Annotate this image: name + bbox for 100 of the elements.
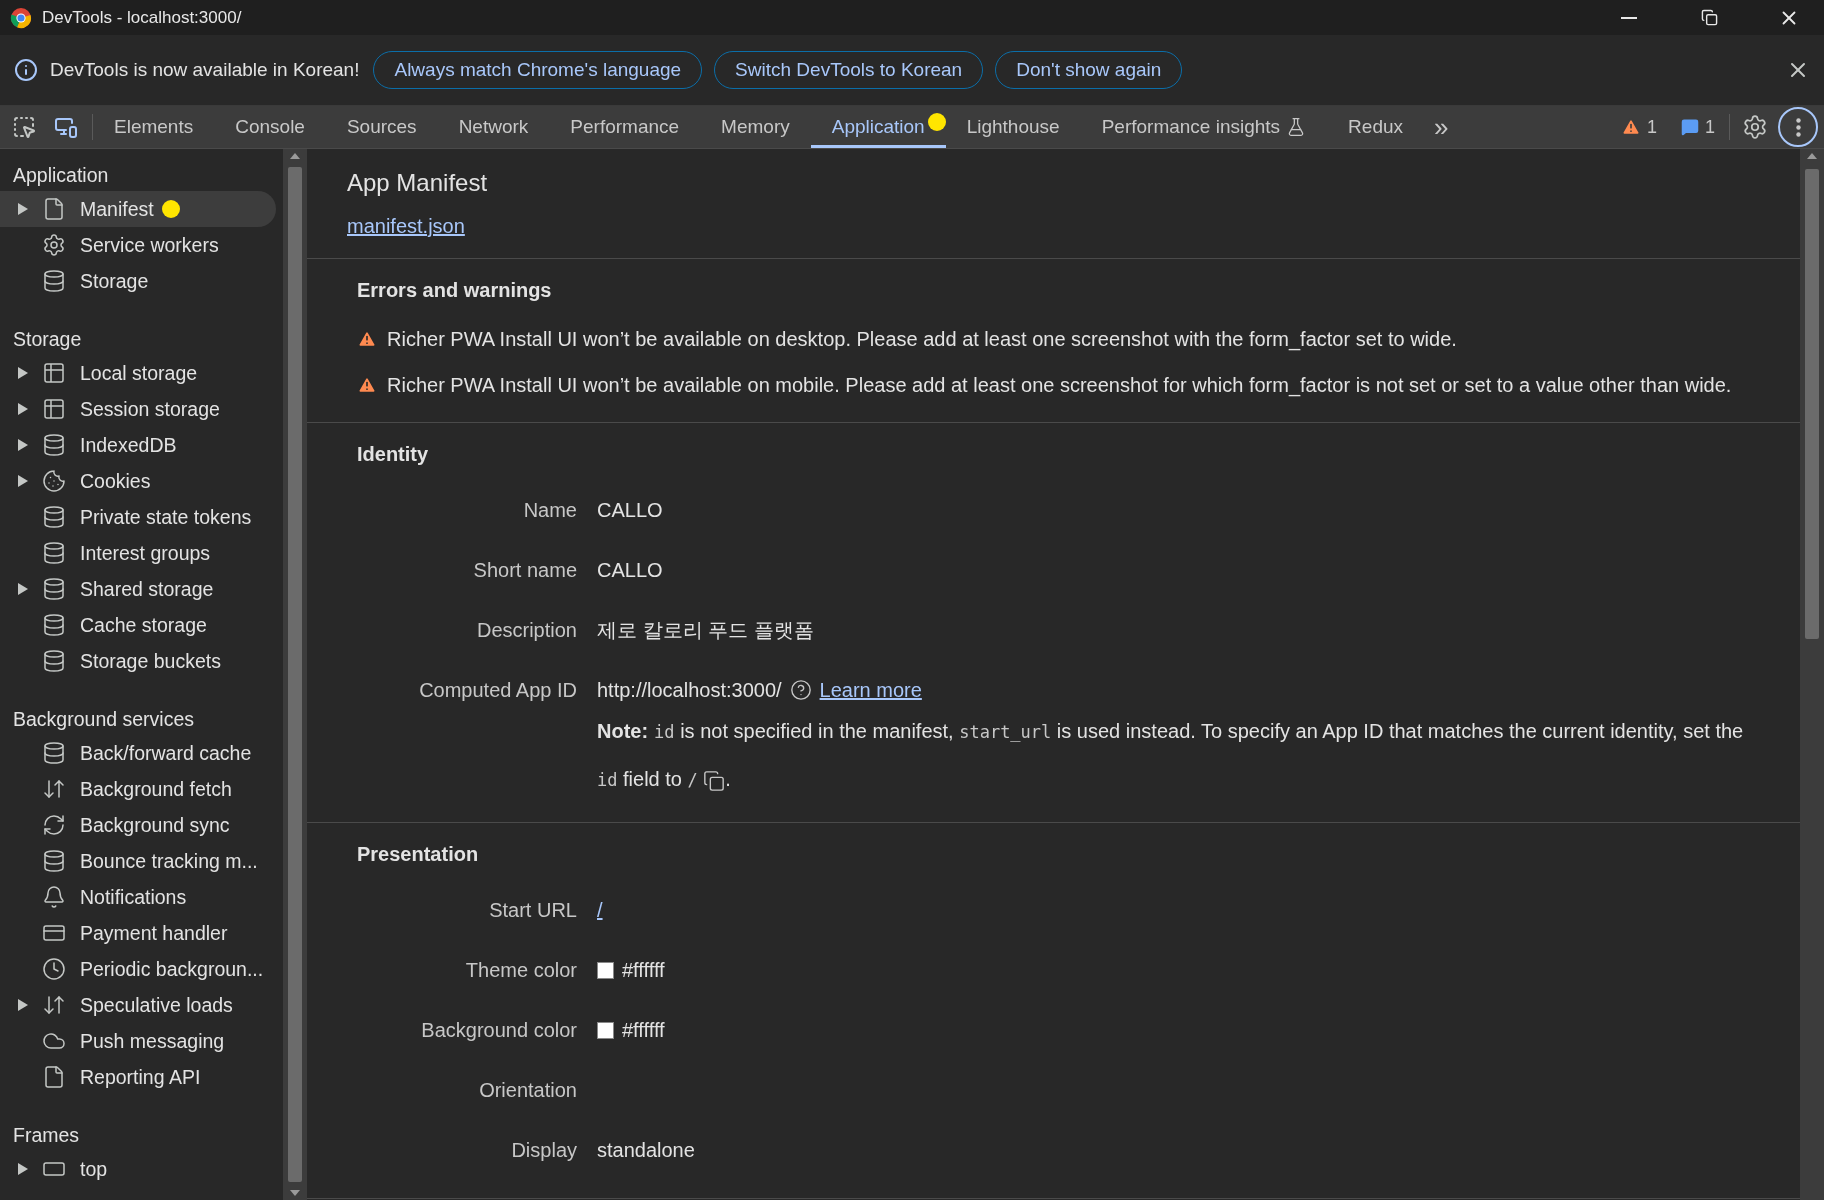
infobar-message: DevTools is now available in Korean!: [50, 59, 360, 81]
restore-icon: [1700, 9, 1718, 26]
more-icon: [1795, 117, 1801, 137]
message-icon: [1681, 118, 1699, 136]
warning-icon: [357, 329, 377, 349]
panel-tab[interactable]: Network: [437, 106, 550, 148]
sidebar-item[interactable]: Back/forward cache: [0, 735, 276, 771]
clock-icon: [42, 957, 66, 981]
settings-icon[interactable]: [1742, 114, 1768, 140]
field-value: CALLO: [597, 498, 663, 523]
help-icon[interactable]: [789, 679, 812, 701]
field-label: Start URL: [488, 898, 578, 923]
gear-icon: [42, 233, 66, 257]
expand-arrow-icon[interactable]: [18, 475, 28, 487]
scrollbar[interactable]: [1800, 149, 1824, 1200]
sidebar-item[interactable]: Push messaging: [0, 1023, 276, 1059]
sidebar-item[interactable]: Storage: [0, 263, 276, 299]
sidebar-item[interactable]: Notifications: [0, 879, 276, 915]
more-options-button[interactable]: [1778, 107, 1818, 147]
sidebar-item[interactable]: top: [0, 1151, 276, 1187]
field-label: Background color: [420, 1018, 578, 1043]
field-label: Description: [475, 618, 578, 643]
sidebar-item[interactable]: Shared storage: [0, 571, 276, 607]
section-heading: Presentation: [357, 843, 480, 866]
panel-tab[interactable]: Redux: [1327, 106, 1425, 148]
expand-arrow-icon[interactable]: [18, 439, 28, 451]
messages-counter[interactable]: 1: [1681, 116, 1715, 138]
panel-tab[interactable]: Elements: [93, 106, 215, 148]
sidebar-item[interactable]: Local storage: [0, 355, 276, 391]
manifest-link[interactable]: manifest.json: [347, 215, 465, 237]
field-value: 제로 칼로리 푸드 플랫폼: [597, 618, 814, 643]
expand-arrow-icon[interactable]: [18, 1163, 28, 1175]
scrollbar[interactable]: [283, 149, 307, 1200]
expand-arrow-icon[interactable]: [18, 583, 28, 595]
sync-icon: [42, 813, 66, 837]
sidebar-item[interactable]: Periodic backgroun...: [0, 951, 276, 987]
start-url-link[interactable]: /: [597, 896, 603, 924]
minimize-icon: [1621, 16, 1637, 19]
field-label: Name: [522, 498, 578, 523]
expand-arrow-icon[interactable]: [18, 403, 28, 415]
sidebar-item[interactable]: Manifest: [0, 191, 276, 227]
database-icon: [42, 741, 66, 765]
warning-icon: [1620, 117, 1641, 137]
warning-text: Richer PWA Install UI won’t be available on desktop. Please add at least one screenshot with the form_factor set to wide.: [387, 327, 1457, 351]
section-title: Application: [12, 162, 110, 188]
copy-icon[interactable]: [703, 769, 726, 792]
color-value: #ffffff: [622, 1018, 665, 1043]
sidebar-item[interactable]: Cookies: [0, 463, 276, 499]
database-icon: [42, 269, 66, 293]
sidebar-item[interactable]: Background fetch: [0, 771, 276, 807]
sidebar-item[interactable]: Service workers: [0, 227, 276, 263]
device-icon[interactable]: [54, 115, 78, 139]
panel-tab[interactable]: Sources: [325, 106, 438, 148]
section-title: Background services: [12, 706, 195, 732]
sidebar-item[interactable]: Bounce tracking m...: [0, 843, 276, 879]
field-label: Short name: [472, 558, 578, 583]
section-title: Storage: [12, 326, 83, 352]
field-label: Orientation: [478, 1078, 578, 1103]
browser-logo-icon: [10, 6, 32, 29]
sidebar-item[interactable]: Cache storage: [0, 607, 276, 643]
database-icon: [42, 849, 66, 873]
table-icon: [42, 397, 66, 421]
learn-more-link[interactable]: Learn more: [819, 676, 922, 704]
field-value: CALLO: [597, 558, 663, 583]
panel-tab[interactable]: Console: [214, 106, 326, 148]
sidebar-item[interactable]: Reporting API: [0, 1059, 276, 1095]
field-label: Computed App ID: [418, 678, 578, 703]
section-heading: Errors and warnings: [357, 279, 553, 302]
database-icon: [42, 649, 66, 673]
inspect-icon[interactable]: [12, 115, 36, 139]
sidebar-item[interactable]: IndexedDB: [0, 427, 276, 463]
expand-arrow-icon[interactable]: [18, 999, 28, 1011]
scroll-down-icon[interactable]: [290, 1190, 300, 1196]
database-icon: [42, 433, 66, 457]
sidebar-item[interactable]: Interest groups: [0, 535, 276, 571]
panel-tab[interactable]: Memory: [700, 106, 811, 148]
panel-tab[interactable]: Performance insights: [1080, 106, 1328, 148]
panel-tab[interactable]: Lighthouse: [945, 106, 1081, 148]
field-label: Theme color: [464, 958, 578, 983]
expand-arrow-icon[interactable]: [18, 203, 28, 215]
field-value: standalone: [597, 1138, 695, 1163]
sidebar-item[interactable]: Private state tokens: [0, 499, 276, 535]
warning-text: Richer PWA Install UI won’t be available on mobile. Please add at least one screenshot for which form_factor is not set or set to a value other than wide.: [387, 373, 1732, 397]
sidebar-item[interactable]: Storage buckets: [0, 643, 276, 679]
file-icon: [42, 197, 66, 221]
sidebar-item[interactable]: Session storage: [0, 391, 276, 427]
arrows-icon: [42, 777, 66, 801]
database-icon: [42, 541, 66, 565]
sidebar-item[interactable]: Payment handler: [0, 915, 276, 951]
scroll-up-icon[interactable]: [290, 153, 300, 159]
expand-arrow-icon[interactable]: [18, 367, 28, 379]
more-tabs-button[interactable]: »: [1424, 106, 1459, 148]
section-title: Frames: [12, 1122, 81, 1148]
scroll-up-icon[interactable]: [1807, 153, 1817, 159]
bell-icon: [42, 885, 66, 909]
panel-tab[interactable]: Performance: [549, 106, 701, 148]
app-id-value: http://localhost:3000/: [597, 678, 782, 703]
sidebar-item[interactable]: Speculative loads: [0, 987, 276, 1023]
warnings-counter[interactable]: 1: [1620, 116, 1657, 138]
sidebar-item[interactable]: Background sync: [0, 807, 276, 843]
